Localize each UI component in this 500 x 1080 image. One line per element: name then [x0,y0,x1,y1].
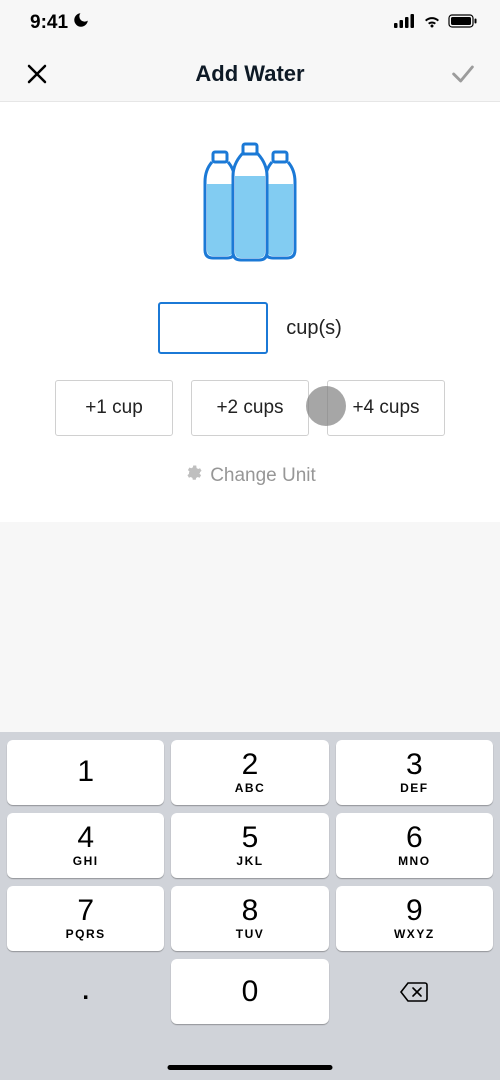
close-button[interactable] [22,59,52,89]
key-0[interactable]: 0 [171,959,328,1024]
close-icon [25,62,49,86]
quick-add-row: +1 cup +2 cups +4 cups [0,380,500,436]
touch-indicator [306,386,346,426]
key-backspace[interactable] [336,959,493,1024]
backspace-icon [399,981,429,1003]
battery-icon [448,14,478,33]
key-5[interactable]: 5JKL [171,813,328,878]
moon-icon [72,11,90,35]
key-2[interactable]: 2ABC [171,740,328,805]
wifi-icon [422,14,442,33]
numeric-keypad: 1 2ABC 3DEF 4GHI 5JKL 6MNO 7PQRS 8TUV 9W… [0,732,500,1080]
change-unit-label: Change Unit [210,465,316,487]
status-time: 9:41 [30,12,68,34]
unit-label: cup(s) [286,317,342,340]
key-6[interactable]: 6MNO [336,813,493,878]
key-7[interactable]: 7PQRS [7,886,164,951]
key-4[interactable]: 4GHI [7,813,164,878]
home-indicator[interactable] [168,1065,333,1070]
confirm-button[interactable] [448,59,478,89]
content: cup(s) +1 cup +2 cups +4 cups Change Uni… [0,102,500,522]
key-3[interactable]: 3DEF [336,740,493,805]
chip-plus-2-cups[interactable]: +2 cups [191,380,309,436]
gear-icon [184,464,202,488]
water-amount-input[interactable] [158,302,268,354]
key-1[interactable]: 1 [7,740,164,805]
key-9[interactable]: 9WXYZ [336,886,493,951]
page-title: Add Water [195,61,304,87]
change-unit-button[interactable]: Change Unit [0,464,500,488]
key-8[interactable]: 8TUV [171,886,328,951]
chip-plus-1-cup[interactable]: +1 cup [55,380,173,436]
status-bar: 9:41 [0,0,500,46]
key-dot[interactable]: . [7,959,164,1024]
signal-icon [394,14,416,33]
header: Add Water [0,46,500,102]
water-bottles-illustration [0,142,500,262]
check-icon [449,60,477,88]
